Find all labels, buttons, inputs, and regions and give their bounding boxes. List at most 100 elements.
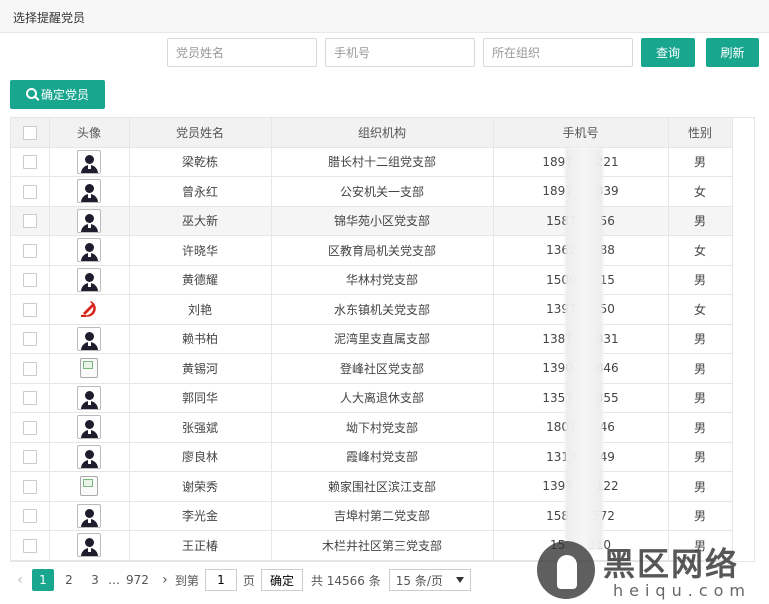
member-organization: 公安机关一支部 <box>271 176 494 207</box>
row-checkbox[interactable] <box>22 184 37 199</box>
avatar-cell <box>49 383 130 413</box>
row-checkbox-cell[interactable] <box>11 324 50 354</box>
table-row[interactable]: 黄德耀 华林村党支部 1500 15 男 <box>11 265 733 295</box>
row-checkbox[interactable] <box>22 479 37 494</box>
member-organization: 华林村党支部 <box>271 265 494 295</box>
row-checkbox[interactable] <box>22 332 37 346</box>
table-row[interactable]: 曾永红 公安机关一支部 1897 339 女 <box>11 176 733 207</box>
select-all-cell[interactable] <box>11 118 50 148</box>
page-last[interactable]: 972 <box>126 569 149 591</box>
member-organization: 坳下村党支部 <box>271 412 494 443</box>
row-checkbox-cell[interactable] <box>11 294 50 325</box>
member-gender: 男 <box>668 412 733 443</box>
next-page-icon[interactable]: › <box>155 572 175 588</box>
table-row[interactable]: 李光金 吉埠村第二党支部 158 572 男 <box>11 501 733 531</box>
row-checkbox[interactable] <box>22 420 37 435</box>
member-organization: 区教育局机关党支部 <box>271 235 494 266</box>
row-checkbox[interactable] <box>22 302 37 317</box>
avatar-cell <box>49 324 130 354</box>
member-organization: 吉埠村第二党支部 <box>271 501 494 531</box>
member-name: 许晓华 <box>129 235 272 266</box>
row-checkbox-cell[interactable] <box>11 442 50 472</box>
page-3[interactable]: 3 <box>84 569 106 591</box>
member-gender: 男 <box>668 206 733 236</box>
phone-input[interactable] <box>325 38 475 67</box>
row-checkbox[interactable] <box>22 391 37 405</box>
page-size-select[interactable]: 15 条/页 <box>388 569 471 591</box>
member-gender: 男 <box>668 353 733 384</box>
table-row[interactable]: 许晓华 区教育局机关党支部 1362 88 女 <box>11 235 733 266</box>
row-checkbox[interactable] <box>22 361 37 376</box>
avatar-cell <box>49 353 130 384</box>
row-checkbox-cell[interactable] <box>11 501 50 531</box>
goto-label: 到第 <box>174 573 199 588</box>
table-row[interactable]: 巫大新 锦华苑小区党支部 1587 56 男 <box>11 206 733 236</box>
row-checkbox[interactable] <box>22 450 37 464</box>
member-name: 黄锡河 <box>129 353 272 384</box>
table-row[interactable]: 张强斌 坳下村党支部 1807 46 男 <box>11 412 733 443</box>
table-row[interactable]: 谢荣秀 赖家围社区滨江支部 1397 122 男 <box>11 471 733 502</box>
member-organization: 人大离退休支部 <box>271 383 494 413</box>
table-row[interactable]: 刘艳 水东镇机关党支部 1397 50 女 <box>11 294 733 325</box>
row-checkbox[interactable] <box>22 509 37 523</box>
table-row[interactable]: 梁乾栋 腊长村十二组党支部 1897 221 男 <box>11 147 733 177</box>
organization-input[interactable] <box>483 38 633 67</box>
search-icon <box>25 88 37 99</box>
row-checkbox-cell[interactable] <box>11 471 50 502</box>
row-checkbox[interactable] <box>22 538 37 553</box>
row-checkbox[interactable] <box>22 155 37 169</box>
row-checkbox[interactable] <box>22 214 37 228</box>
table-row[interactable]: 赖书柏 泥湾里支直属支部 1387 331 男 <box>11 324 733 354</box>
party-emblem-icon <box>77 297 101 322</box>
page-ellipsis: … <box>108 573 120 587</box>
member-name: 谢荣秀 <box>129 471 272 502</box>
user-avatar-icon <box>77 415 101 440</box>
table-row[interactable]: 廖良林 霞峰村党支部 1313 49 男 <box>11 442 733 472</box>
page-2[interactable]: 2 <box>58 569 80 591</box>
select-all-checkbox[interactable] <box>22 125 37 140</box>
total-count: 共 14566 条 <box>310 573 381 588</box>
goto-confirm-button[interactable]: 确定 <box>260 569 303 591</box>
member-organization: 木栏井社区第三党支部 <box>271 530 494 561</box>
member-gender: 男 <box>668 471 733 502</box>
row-checkbox-cell[interactable] <box>11 530 50 561</box>
page-1[interactable]: 1 <box>32 569 54 591</box>
row-checkbox-cell[interactable] <box>11 412 50 443</box>
row-checkbox[interactable] <box>22 243 37 258</box>
query-button[interactable]: 查询 <box>641 38 695 67</box>
pagination: ‹ 1 2 3 … 972 › 到第 页 确定 共 14566 条 15 条/页 <box>10 566 471 594</box>
row-checkbox-cell[interactable] <box>11 147 50 177</box>
user-avatar-icon <box>77 149 101 174</box>
avatar-cell <box>49 206 130 236</box>
table-row[interactable]: 黄锡河 登峰社区党支部 1390 846 男 <box>11 353 733 384</box>
member-gender: 男 <box>668 442 733 472</box>
watermark-logo <box>537 541 595 599</box>
row-checkbox-cell[interactable] <box>11 353 50 384</box>
member-name: 巫大新 <box>129 206 272 236</box>
refresh-button[interactable]: 刷新 <box>706 38 759 67</box>
goto-page-input[interactable] <box>204 569 237 591</box>
row-checkbox-cell[interactable] <box>11 176 50 207</box>
member-organization: 霞峰村党支部 <box>271 442 494 472</box>
prev-page-icon[interactable]: ‹ <box>10 572 30 588</box>
row-checkbox-cell[interactable] <box>11 206 50 236</box>
member-name: 黄德耀 <box>129 265 272 295</box>
user-avatar-icon <box>77 326 101 351</box>
table-row[interactable]: 郭同华 人大离退休支部 1357 355 男 <box>11 383 733 413</box>
member-organization: 锦华苑小区党支部 <box>271 206 494 236</box>
row-checkbox-cell[interactable] <box>11 235 50 266</box>
member-gender: 女 <box>668 294 733 325</box>
member-gender: 男 <box>668 501 733 531</box>
avatar-cell <box>49 147 130 177</box>
row-checkbox[interactable] <box>22 273 37 287</box>
avatar-cell <box>49 471 130 502</box>
avatar-cell <box>49 176 130 207</box>
member-table: 头像 党员姓名 组织机构 手机号 性别 梁乾栋 腊长村十二组党支部 1897 221… <box>10 117 755 562</box>
page-size-value: 15 条/页 <box>395 573 443 588</box>
user-avatar-icon <box>77 267 101 292</box>
row-checkbox-cell[interactable] <box>11 383 50 413</box>
row-checkbox-cell[interactable] <box>11 265 50 295</box>
member-name-input[interactable] <box>167 38 317 67</box>
confirm-member-button[interactable]: 确定党员 <box>10 80 105 109</box>
title-bar: 选择提醒党员 <box>0 0 769 33</box>
